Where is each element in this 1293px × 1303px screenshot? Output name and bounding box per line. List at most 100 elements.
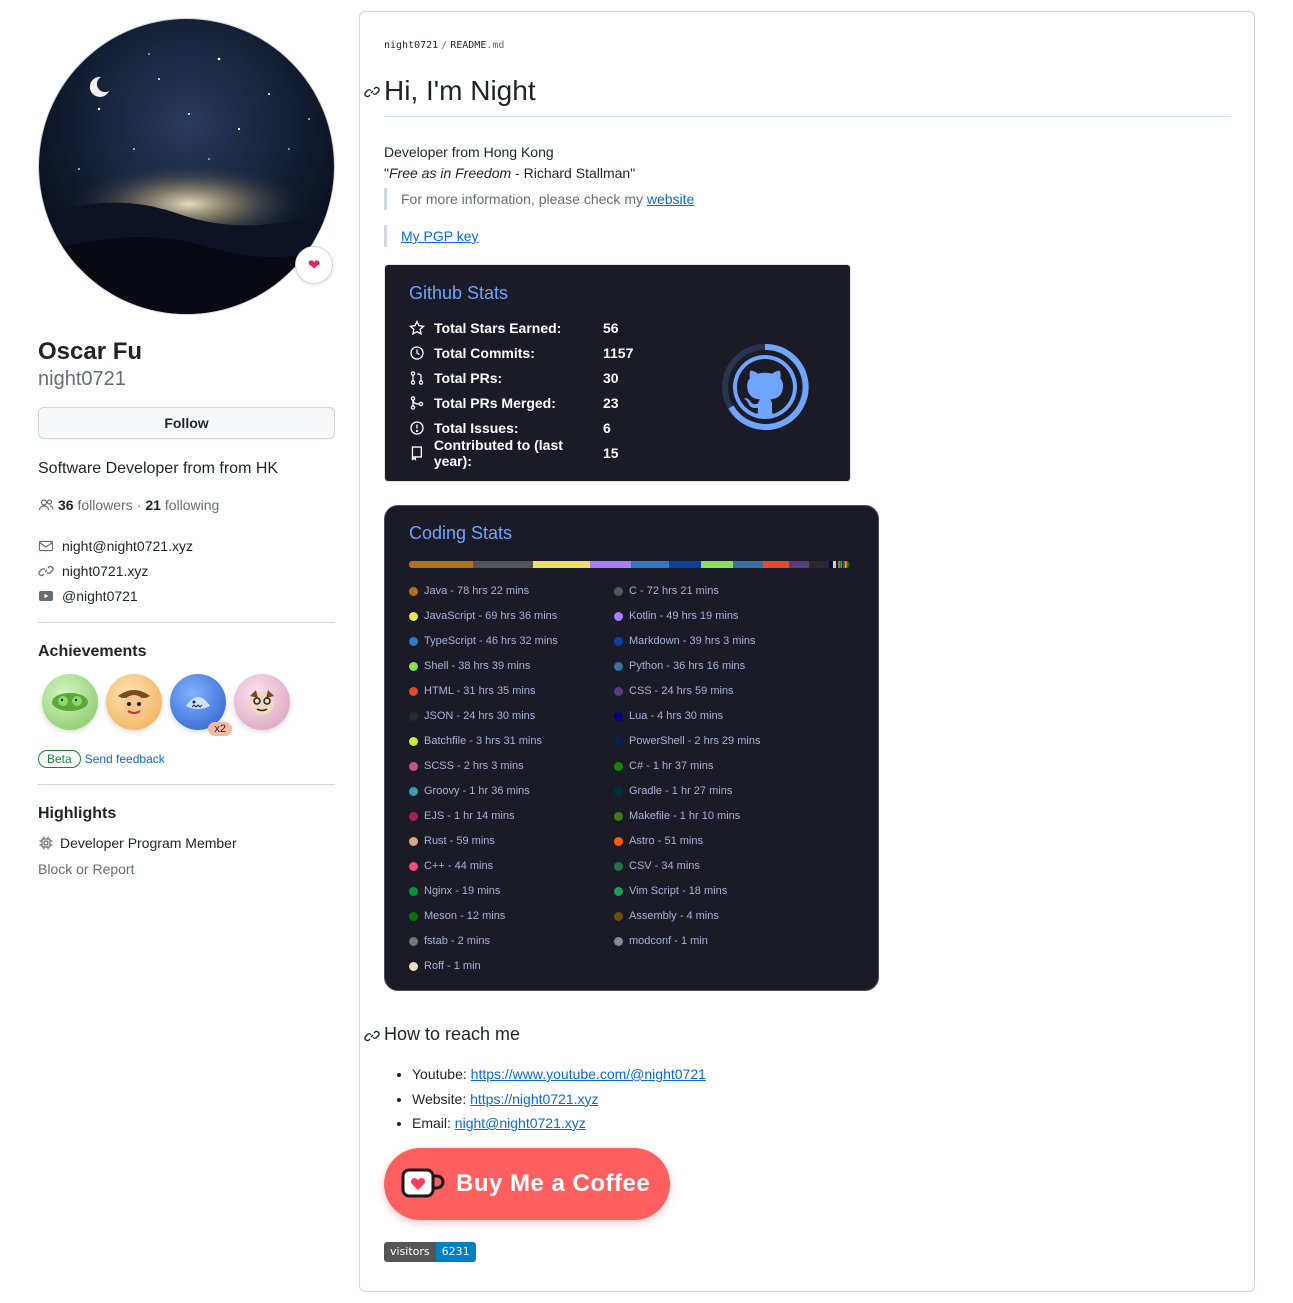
follow-stats: 36 followers · 21 following	[38, 497, 335, 513]
language-label: Kotlin - 49 hrs 19 mins	[629, 610, 739, 622]
anchor-link-icon[interactable]	[364, 84, 380, 100]
crumb-user[interactable]: night0721	[384, 40, 438, 51]
block-or-report-link[interactable]: Block or Report	[38, 861, 335, 877]
vcard-website[interactable]: night0721.xyz	[38, 558, 335, 583]
crumb-file: README	[450, 40, 487, 51]
language-dot	[409, 711, 418, 721]
language-label: EJS - 1 hr 14 mins	[424, 810, 515, 822]
language-label: CSS - 24 hrs 59 mins	[629, 685, 734, 697]
stat-value: 23	[603, 394, 619, 411]
stat-label: Total Issues:	[434, 419, 519, 436]
pull-shark-icon[interactable]: x2	[170, 674, 232, 736]
language-bar-segment	[590, 561, 631, 568]
youtube-text: @night0721	[62, 587, 138, 604]
language-label: C# - 1 hr 37 mins	[629, 760, 714, 772]
language-item: HTML - 31 hrs 35 mins	[409, 683, 535, 699]
followers-link[interactable]: 36 followers	[58, 497, 133, 513]
follow-button[interactable]: Follow	[38, 407, 335, 439]
profile-sidebar: ❤ Oscar Fu night0721 Follow Software Dev…	[38, 18, 335, 877]
website-contact-link[interactable]: https://night0721.xyz	[470, 1091, 598, 1107]
stat-label: Contributed to (last year):	[433, 436, 563, 469]
following-link[interactable]: 21 following	[145, 497, 219, 513]
language-label: fstab - 2 mins	[424, 935, 491, 947]
language-item: PowerShell - 2 hrs 29 mins	[614, 733, 760, 749]
language-item: Batchfile - 3 hrs 31 mins	[409, 733, 542, 749]
language-dot	[614, 786, 623, 796]
reach-heading-text: How to reach me	[384, 1024, 521, 1044]
language-label: SCSS - 2 hrs 3 mins	[424, 760, 524, 772]
divider	[38, 784, 335, 785]
status-heart-icon[interactable]: ❤	[295, 246, 333, 284]
send-feedback-link[interactable]: Send feedback	[85, 752, 165, 766]
language-dot	[614, 711, 623, 721]
language-label: JavaScript - 69 hrs 36 mins	[424, 610, 558, 622]
issue-icon	[410, 420, 424, 435]
stat-value: 6	[603, 419, 611, 436]
breadcrumb: night0721/README.md	[384, 40, 504, 51]
language-item: fstab - 2 mins	[409, 933, 490, 949]
profile-name: Oscar Fu	[38, 338, 143, 365]
anchor-link-icon[interactable]	[364, 1028, 380, 1044]
github-logo-icon	[722, 343, 809, 430]
language-label: Meson - 12 mins	[424, 910, 506, 922]
language-item: Python - 36 hrs 16 mins	[614, 658, 745, 674]
language-label: Gradle - 1 hr 27 mins	[629, 785, 733, 797]
language-dot	[614, 836, 623, 846]
language-item: C - 72 hrs 21 mins	[614, 583, 719, 599]
language-dot	[614, 661, 623, 671]
buy-me-a-coffee-button[interactable]: Buy Me a Coffee	[384, 1148, 670, 1220]
intro-line: Developer from Hong Kong	[384, 144, 554, 160]
quickdraw-icon[interactable]	[234, 674, 290, 730]
language-item: Nginx - 19 mins	[409, 883, 500, 899]
profile-bio: Software Developer from from HK	[38, 460, 279, 477]
language-item: Gradle - 1 hr 27 mins	[614, 783, 732, 799]
language-dot	[614, 686, 623, 696]
vcard-youtube[interactable]: @night0721	[38, 583, 335, 608]
history-icon	[410, 345, 424, 360]
stat-value: 1157	[603, 344, 634, 361]
pair-extraordinaire-icon[interactable]	[42, 674, 98, 730]
youtube-link[interactable]: https://www.youtube.com/@night0721	[471, 1066, 706, 1082]
language-dot	[409, 961, 418, 971]
contact-item: Youtube: https://www.youtube.com/@night0…	[412, 1062, 706, 1087]
email-contact-link[interactable]: night@night0721.xyz	[455, 1115, 586, 1131]
language-dot	[409, 811, 418, 821]
yolo-icon[interactable]	[106, 674, 162, 730]
language-dot	[614, 861, 623, 871]
coding-stats-card[interactable]: Coding Stats Java - 78 hrs 22 mins JavaSc…	[384, 505, 879, 991]
merge-icon	[410, 395, 424, 410]
language-item: Roff - 1 min	[409, 958, 481, 974]
stat-label: Total Commits:	[434, 344, 535, 361]
language-item: CSV - 34 mins	[614, 858, 700, 874]
language-bar-segment	[630, 561, 669, 568]
language-bar-segment	[762, 561, 789, 568]
stat-label: Total PRs Merged:	[434, 394, 556, 411]
readme-heading: Hi, I'm Night	[364, 74, 1230, 117]
beta-row: Beta Send feedback	[38, 750, 335, 768]
stat-row: Total Stars Earned: 56	[409, 315, 619, 340]
people-icon	[38, 499, 54, 511]
crumb-ext: .md	[486, 40, 505, 51]
language-dot	[409, 761, 418, 771]
language-label: TypeScript - 46 hrs 32 mins	[424, 635, 558, 647]
language-label: HTML - 31 hrs 35 mins	[424, 685, 536, 697]
stat-value: 15	[603, 444, 619, 461]
language-item: C# - 1 hr 37 mins	[614, 758, 713, 774]
readme-box: night0721/README.md Hi, I'm Night Develo…	[359, 11, 1255, 1292]
vcard-email[interactable]: night@night0721.xyz	[38, 533, 335, 558]
github-stats-card[interactable]: Github Stats Total Stars Earned: 56 Tota…	[384, 264, 851, 482]
visitors-badge: visitors 6231	[384, 1242, 476, 1262]
stat-row: Total PRs Merged: 23	[409, 390, 619, 415]
language-item: JSON - 24 hrs 30 mins	[409, 708, 535, 724]
language-dot	[409, 686, 418, 696]
heading-text: Hi, I'm Night	[384, 75, 536, 106]
star-icon	[409, 319, 425, 335]
visitors-label: visitors	[384, 1242, 436, 1262]
language-label: CSV - 34 mins	[629, 860, 700, 872]
mail-icon	[38, 540, 54, 551]
contact-item: Email: night@night0721.xyz	[412, 1111, 706, 1136]
pgp-key-link[interactable]: My PGP key	[401, 228, 479, 244]
avatar[interactable]	[38, 18, 335, 315]
website-link[interactable]: website	[647, 191, 694, 207]
language-dot	[409, 736, 418, 746]
